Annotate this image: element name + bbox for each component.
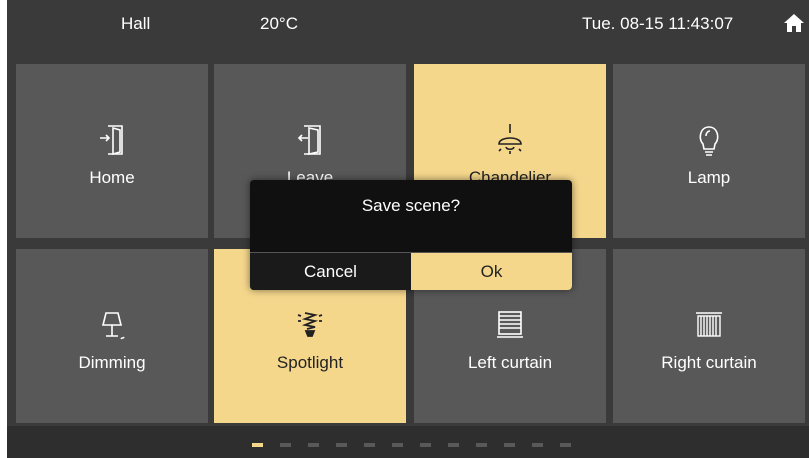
scene-label: Lamp <box>687 168 731 187</box>
scene-label: Spotlight <box>276 353 344 372</box>
exit-door-icon <box>297 125 321 155</box>
cancel-button[interactable]: Cancel <box>250 253 411 290</box>
page-dot[interactable] <box>308 443 319 447</box>
ceiling-lamp-icon <box>498 124 522 154</box>
page-dot[interactable] <box>420 443 431 447</box>
page-dot[interactable] <box>336 443 347 447</box>
page-dot[interactable] <box>280 443 291 447</box>
scene-tile-home[interactable]: Home <box>16 64 208 238</box>
temperature-readout: 20°C <box>260 14 298 33</box>
scene-tile-lamp[interactable]: Lamp <box>613 64 805 238</box>
curtain-icon <box>696 312 722 337</box>
ok-button[interactable]: Ok <box>411 253 572 290</box>
scene-label: Right curtain <box>661 353 757 372</box>
bulb-icon <box>699 126 719 156</box>
scene-tile-dimming[interactable]: Dimming <box>16 249 208 423</box>
spotlight-bulb-icon <box>297 312 323 337</box>
dialog-title: Save scene? <box>361 196 461 215</box>
date-time: Tue. 08-15 11:43:07 <box>582 14 734 33</box>
room-name: Hall <box>121 14 151 33</box>
status-bar: Hall 20°C Tue. 08-15 11:43:07 <box>7 0 809 48</box>
bottom-bar <box>7 426 809 458</box>
page-dot[interactable] <box>448 443 459 447</box>
scene-label: Dimming <box>78 353 146 372</box>
table-lamp-icon <box>101 312 125 340</box>
page-dot[interactable] <box>532 443 543 447</box>
control-panel: Hall 20°C Tue. 08-15 11:43:07 Home Leave <box>7 0 809 458</box>
save-scene-dialog: Save scene? Cancel Ok <box>250 180 572 290</box>
page-dot[interactable] <box>504 443 515 447</box>
enter-door-icon <box>100 125 123 156</box>
page-dot[interactable] <box>364 443 375 447</box>
page-dot[interactable] <box>392 443 403 447</box>
scene-label: Left curtain <box>467 353 553 372</box>
page-dot[interactable] <box>252 443 263 447</box>
scene-tile-right-curtain[interactable]: Right curtain <box>613 249 805 423</box>
blinds-icon <box>497 311 523 338</box>
scene-label: Home <box>89 168 135 187</box>
home-icon[interactable] <box>783 13 805 33</box>
page-dot[interactable] <box>476 443 487 447</box>
page-dot[interactable] <box>560 443 571 447</box>
